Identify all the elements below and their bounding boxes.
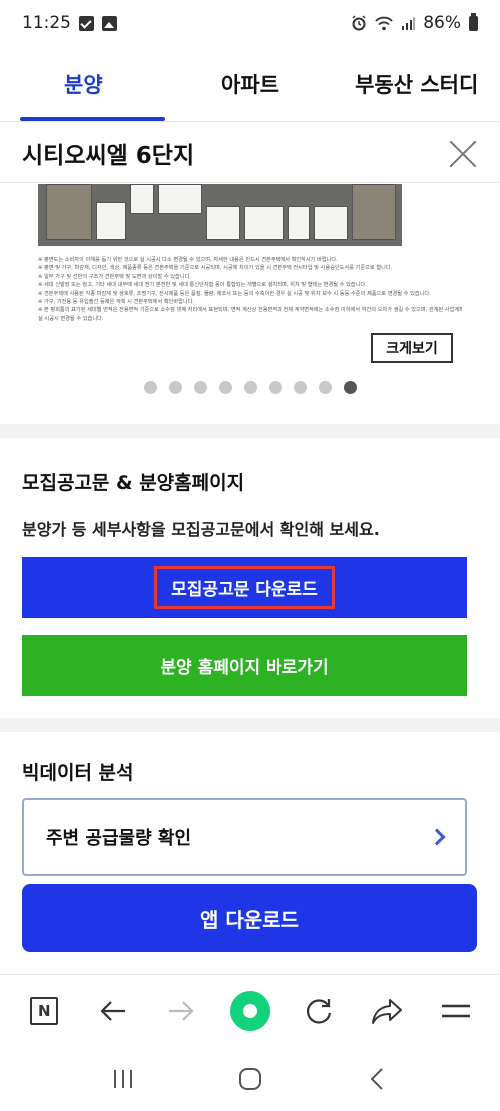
page-title: 시티오씨엘 6단지 <box>22 142 195 169</box>
recent-apps-icon <box>114 1069 133 1088</box>
home-button[interactable] <box>230 1059 270 1099</box>
chevron-right-icon <box>428 828 446 846</box>
notice-description: 분양가 등 세부사항을 모집공고문에서 확인해 보세요. <box>22 520 380 539</box>
green-dot-icon <box>229 990 270 1031</box>
note-line: ※ 일부 가구 및 선반의 구조가 견본주택 및 도면과 상이할 수 있습니다. <box>38 273 191 280</box>
carousel-dot[interactable] <box>293 381 307 394</box>
carousel-dot[interactable] <box>268 381 282 394</box>
note-line: ※ 평면 및 가구, 마감재, 디자인, 색상, 제품종류 등은 견본주택을 기… <box>38 265 393 272</box>
section-divider <box>0 424 500 438</box>
green-dot-button[interactable] <box>229 990 270 1031</box>
forward-button[interactable] <box>161 991 201 1031</box>
status-right: 86% <box>351 12 478 33</box>
floor-plan-carousel: ※ 평면도는 소비자의 이해를 돕기 위한 것으로 실 시공시 다소 변경될 수… <box>0 184 500 424</box>
zoom-view-button[interactable]: 크게보기 <box>371 333 453 363</box>
back-button[interactable] <box>93 991 133 1031</box>
carousel-dot[interactable] <box>193 381 207 394</box>
refresh-button[interactable] <box>299 991 339 1031</box>
naver-n-icon: N <box>30 996 59 1025</box>
note-line: ※ 본 평회톰의 표기된 세대별 면적은 전용면적 기준으로 소수점 넷째 자리… <box>38 307 462 314</box>
carousel-dot[interactable] <box>143 381 157 394</box>
status-time: 11:25 <box>22 13 71 33</box>
note-line: 실 시공시 변경될 수 있습니다. <box>38 315 104 322</box>
note-line: ※ 가구, 기전용 등 유입출선 등제은 계획 시 견본주택에서 확인바랍니다. <box>38 299 195 306</box>
supply-check-card[interactable]: 주변 공급물량 확인 <box>22 798 467 876</box>
system-back-button[interactable] <box>357 1059 397 1099</box>
system-navigation-bar <box>0 1046 500 1111</box>
carousel-dots <box>0 381 500 394</box>
title-bar: 시티오씨엘 6단지 <box>0 123 500 183</box>
chevron-left-icon <box>370 1067 383 1090</box>
note-line: ※ 평면도는 소비자의 이해를 돕기 위한 것으로 실 시공시 다소 변경될 수… <box>38 257 338 263</box>
home-icon <box>238 1067 261 1090</box>
bigdata-title: 빅데이터 분석 <box>22 762 134 784</box>
bigdata-section: 빅데이터 분석 주변 공급물량 확인 앱 다운로드 <box>0 732 500 977</box>
supply-check-label: 주변 공급물량 확인 <box>46 828 192 849</box>
app-download-button[interactable]: 앱 다운로드 <box>22 884 477 952</box>
share-icon <box>372 998 403 1024</box>
naver-home-button[interactable]: N <box>24 991 64 1031</box>
signal-icon <box>402 17 416 30</box>
notice-title: 모집공고문 & 분양홈페이지 <box>22 472 245 494</box>
browser-toolbar: N <box>0 974 500 1046</box>
floor-plan-image <box>38 184 402 246</box>
tab-realestate-study[interactable]: 부동산 스터디 <box>333 46 500 121</box>
checkbox-notification-icon <box>79 15 94 31</box>
notice-download-label: 모집공고문 다운로드 <box>154 566 335 609</box>
carousel-dot[interactable] <box>318 381 332 394</box>
recent-apps-button[interactable] <box>103 1059 143 1099</box>
floor-plan-notes: ※ 평면도는 소비자의 이해를 돕기 위한 것으로 실 시공시 다소 변경될 수… <box>38 256 462 323</box>
tab-apartment[interactable]: 아파트 <box>167 46 334 121</box>
carousel-dot[interactable] <box>343 381 357 394</box>
alarm-icon <box>352 15 366 31</box>
carousel-dot[interactable] <box>218 381 232 394</box>
notice-download-button[interactable]: 모집공고문 다운로드 <box>22 557 467 618</box>
note-line: ※ 견본주택에 사용된 각종 마감재 및 생호류, 조명기구, 전시제품 등은 … <box>38 290 431 297</box>
section-divider <box>0 718 500 732</box>
battery-icon <box>469 12 478 31</box>
status-bar: 11:25 86% <box>0 0 500 46</box>
top-tabs: 분양 아파트 부동산 스터디 <box>0 46 500 122</box>
notice-section: 모집공고문 & 분양홈페이지 분양가 등 세부사항을 모집공고문에서 확인해 보… <box>0 438 500 718</box>
homepage-button[interactable]: 분양 홈페이지 바로가기 <box>22 635 467 696</box>
arrow-right-icon <box>169 1000 194 1021</box>
close-icon[interactable] <box>448 138 478 168</box>
refresh-icon <box>306 998 331 1024</box>
wifi-icon <box>375 16 393 30</box>
menu-icon <box>441 1004 470 1017</box>
carousel-dot[interactable] <box>243 381 257 394</box>
status-left: 11:25 <box>22 13 117 33</box>
arrow-left-icon <box>100 1000 125 1021</box>
menu-button[interactable] <box>436 991 476 1031</box>
note-line: ※ 세대 신발장 또는 창고, 기타 세대 내부에 세대 전기 분전반 및 세대… <box>38 282 367 289</box>
tab-bunyang[interactable]: 분양 <box>0 46 167 121</box>
gallery-notification-icon <box>102 15 117 31</box>
share-button[interactable] <box>367 991 407 1031</box>
carousel-dot[interactable] <box>168 381 182 394</box>
battery-percent: 86% <box>423 13 461 33</box>
